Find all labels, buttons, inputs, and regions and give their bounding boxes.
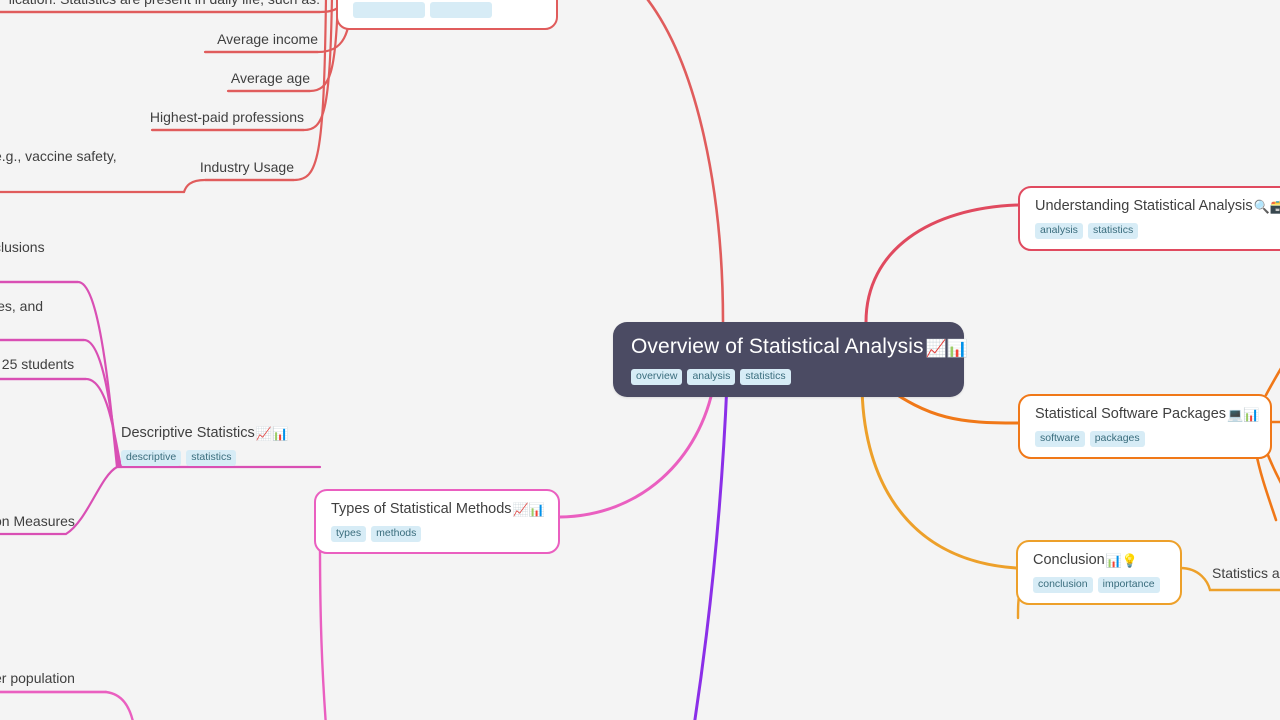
leaf-larger-population[interactable]: er population: [0, 669, 114, 687]
edge-software-right-3: [1264, 448, 1280, 484]
tag-chip[interactable]: descriptive: [121, 449, 182, 466]
tag-chip[interactable]: statistics: [1087, 222, 1139, 239]
node-tags: types methods: [331, 525, 544, 543]
edge-root-to-offscreen-purple: [693, 381, 729, 720]
node-tags: [353, 1, 542, 19]
leaf-daily-life[interactable]: lication: Statistics are present in dail…: [0, 0, 320, 8]
node-types-of-statistical-methods[interactable]: Types of Statistical Methods📈📊 types meth…: [314, 489, 560, 554]
tag-chip[interactable]: analysis: [687, 368, 736, 385]
laptop-bar-chart-icon: 💻📊: [1227, 407, 1260, 422]
mindmap-canvas[interactable]: Overview of Statistical Analysis 📈📊 overv…: [0, 0, 1280, 720]
node-title: Types of Statistical Methods📈📊: [331, 500, 545, 519]
node-tags: analysis statistics: [1035, 222, 1278, 240]
leaf-average-income[interactable]: Average income: [120, 30, 318, 48]
tag-chip[interactable]: software: [1035, 430, 1085, 447]
tag-chip[interactable]: types: [331, 525, 367, 542]
chart-increasing-bar-chart-icon: 📈📊: [512, 502, 545, 517]
edge-population-curve: [104, 690, 134, 720]
tag-chip[interactable]: [353, 1, 425, 18]
magnifier-card-index-icon: 🔍🗃️: [1253, 199, 1280, 214]
leaf-conclusions[interactable]: clusions: [0, 238, 114, 256]
root-node-tags: overview analysis statistics: [631, 368, 946, 386]
node-label: Understanding Statistical Analysis: [1035, 198, 1253, 214]
leaf-vaccine-safety[interactable]: e.g., vaccine safety,: [0, 147, 174, 165]
leaf-statistics-are[interactable]: Statistics ar: [1212, 564, 1280, 582]
node-label: Statistical Software Packages: [1035, 406, 1227, 422]
edge-root-to-types: [558, 381, 716, 519]
bar-chart-lightbulb-icon: 📊💡: [1105, 553, 1139, 568]
leaf-average-age[interactable]: Average age: [120, 69, 310, 87]
edge-root-to-daily-life: [646, 0, 725, 324]
tag-chip[interactable]: importance: [1097, 576, 1160, 593]
node-label: Descriptive Statistics: [121, 425, 255, 441]
tag-chip[interactable]: methods: [371, 525, 422, 542]
tag-chip[interactable]: packages: [1089, 430, 1145, 447]
node-title: Conclusion📊💡: [1033, 551, 1166, 570]
chart-increasing-bar-chart-icon: 📈📊: [925, 339, 969, 358]
chart-increasing-bar-chart-icon: 📈📊: [255, 426, 289, 441]
node-title: Understanding Statistical Analysis🔍🗃️: [1035, 197, 1280, 216]
edge-root-to-conclusion: [860, 381, 1018, 570]
leaf-highest-paid-professions[interactable]: Highest-paid professions: [100, 108, 304, 126]
tag-chip[interactable]: analysis: [1035, 222, 1083, 239]
edge-root-to-understanding: [864, 203, 1020, 324]
node-title: Descriptive Statistics📈📊: [121, 424, 321, 443]
leaf-tables-and[interactable]: les, and: [0, 297, 104, 315]
node-title: Statistical Software Packages💻📊: [1035, 405, 1260, 424]
leaf-dispersion-measures[interactable]: on Measures: [0, 512, 114, 530]
tag-chip[interactable]: [430, 1, 492, 18]
node-label: Types of Statistical Methods: [331, 501, 512, 517]
node-understanding-statistical-analysis[interactable]: Understanding Statistical Analysis🔍🗃️ an…: [1018, 186, 1280, 251]
node-descriptive-statistics[interactable]: Descriptive Statistics📈📊 descriptive stat…: [121, 424, 321, 467]
node-conclusion[interactable]: Conclusion📊💡 conclusion importance: [1016, 540, 1182, 605]
edge-software-right-2: [1264, 367, 1280, 397]
tag-chip[interactable]: statistics: [740, 368, 791, 385]
node-statistical-software-packages[interactable]: Statistical Software Packages💻📊 software…: [1018, 394, 1272, 459]
edge-types-down: [318, 543, 327, 720]
node-clipped-top[interactable]: [336, 0, 558, 30]
tag-chip[interactable]: overview: [631, 368, 683, 385]
root-node[interactable]: Overview of Statistical Analysis 📈📊 overv…: [613, 322, 968, 397]
edge-software-right-4: [1254, 450, 1278, 522]
node-tags: conclusion importance: [1033, 576, 1166, 594]
node-label: Conclusion: [1033, 552, 1105, 568]
root-node-label: Overview of Statistical Analysis: [631, 335, 924, 358]
tag-chip[interactable]: statistics: [186, 449, 237, 466]
tag-chip[interactable]: conclusion: [1033, 576, 1093, 593]
node-tags: descriptive statistics: [121, 449, 321, 467]
node-tags: software packages: [1035, 430, 1256, 448]
root-node-title: Overview of Statistical Analysis 📈📊: [631, 334, 968, 361]
leaf-25-students[interactable]: f 25 students: [0, 355, 114, 373]
edge-descriptive-to-students: [0, 377, 123, 469]
